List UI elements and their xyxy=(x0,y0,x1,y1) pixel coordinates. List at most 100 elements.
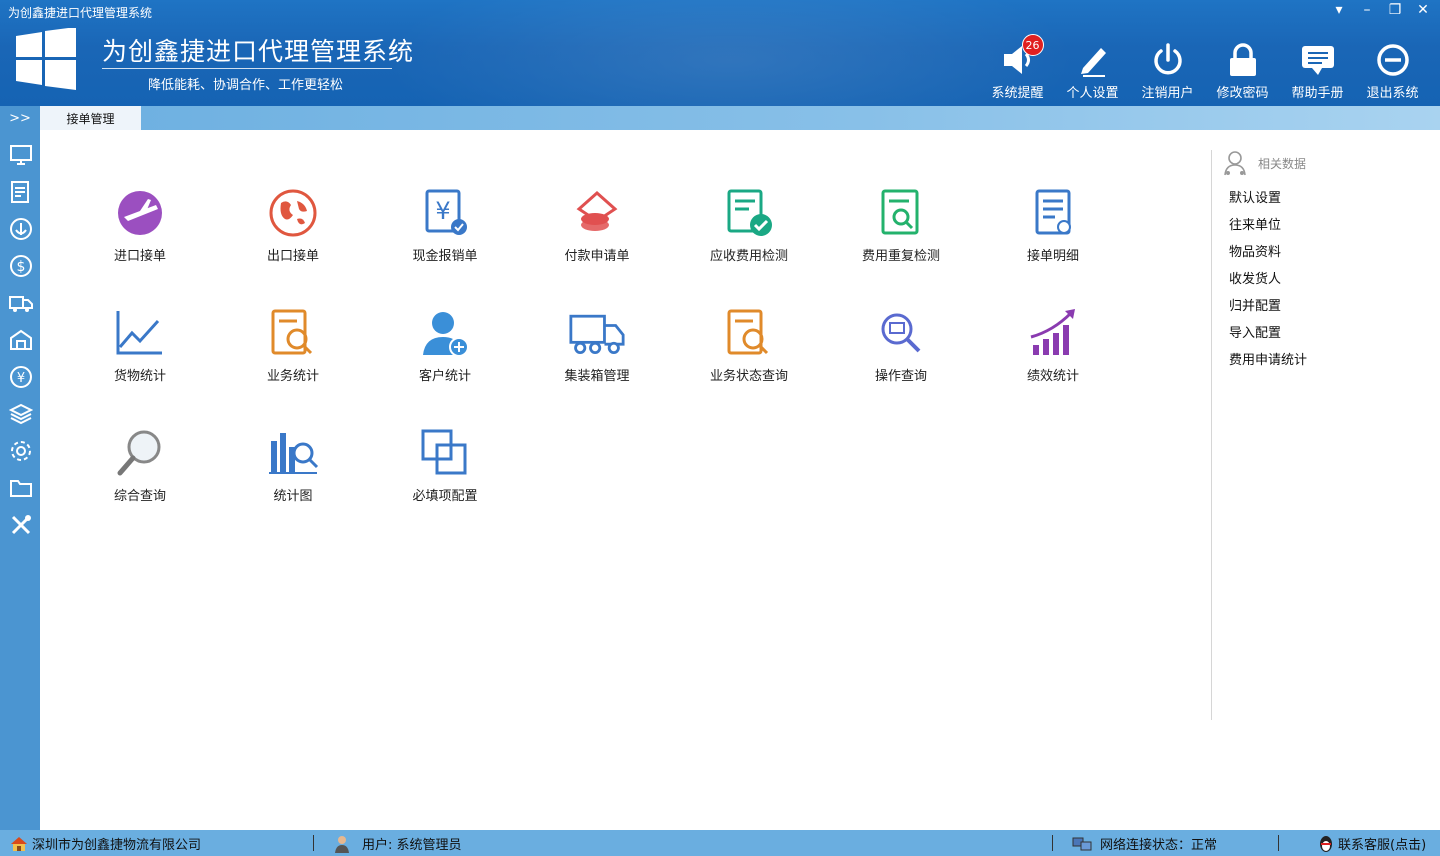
help-manual-button[interactable]: 帮助手册 xyxy=(1280,40,1355,101)
tile-performance-stats[interactable]: 绩效统计 xyxy=(993,305,1113,384)
change-password-button[interactable]: 修改密码 xyxy=(1205,40,1280,101)
tile-order-details[interactable]: 接单明细 xyxy=(993,185,1113,264)
app-header: 为创鑫捷进口代理管理系统 ▾ – ❐ ✕ 为创鑫捷进口代理管理系统 降低能耗、协… xyxy=(0,0,1440,106)
layers-icon xyxy=(9,403,33,425)
tile-label: 付款申请单 xyxy=(564,249,630,264)
tile-cash-reimbursement[interactable]: ¥ 现金报销单 xyxy=(385,185,505,264)
tile-duplicate-fee-check[interactable]: 费用重复检测 xyxy=(841,185,961,264)
app-subtitle: 降低能耗、协调合作、工作更轻松 xyxy=(148,78,344,93)
tile-payment-request[interactable]: 付款申请单 xyxy=(537,185,657,264)
network-icon xyxy=(1072,837,1092,850)
truck-icon xyxy=(9,296,33,312)
link-merge-config[interactable]: 归并配置 xyxy=(1229,295,1281,314)
tile-label: 应收费用检测 xyxy=(709,249,788,264)
tile-operation-query[interactable]: 操作查询 xyxy=(841,305,961,384)
system-reminder-button[interactable]: 26 系统提醒 xyxy=(980,34,1055,101)
search-screen-icon xyxy=(881,313,921,353)
tile-container-management[interactable]: 集装箱管理 xyxy=(537,305,657,384)
tile-customer-stats[interactable]: 客户统计 xyxy=(385,305,505,384)
tile-export-order[interactable]: 出口接单 xyxy=(233,185,353,264)
tile-label: 必填项配置 xyxy=(412,489,478,504)
close-button[interactable]: ✕ xyxy=(1416,2,1430,18)
doc-check-icon xyxy=(727,189,772,236)
sidebar-item-layers[interactable] xyxy=(8,401,34,427)
tab-bar: >> 接单管理 xyxy=(0,106,1440,130)
globe-icon xyxy=(269,189,317,237)
anchor-icon xyxy=(10,218,32,240)
button-label: 退出系统 xyxy=(1366,86,1419,101)
header-toolbar: 26 系统提醒 个人设置 注销用户 修改密码 帮助手册 退出系统 xyxy=(980,34,1430,101)
tile-required-field-config[interactable]: 必填项配置 xyxy=(385,425,505,504)
app-title: 为创鑫捷进口代理管理系统 xyxy=(102,37,415,66)
minus-circle-icon xyxy=(1376,44,1409,76)
sidebar-item-form[interactable] xyxy=(8,179,34,205)
folder-icon xyxy=(10,480,32,497)
link-default-settings[interactable]: 默认设置 xyxy=(1229,187,1281,206)
contact-support[interactable]: 联系客服(点击) xyxy=(1338,834,1426,853)
tab-order-management[interactable]: 接单管理 xyxy=(40,106,141,130)
user-icon xyxy=(335,835,349,853)
sidebar-item-warehouse[interactable] xyxy=(8,327,34,353)
doc-list-icon xyxy=(1035,189,1071,235)
logout-user-button[interactable]: 注销用户 xyxy=(1130,40,1205,101)
coins-icon xyxy=(576,190,618,231)
sidebar-item-currency[interactable]: ¥ xyxy=(8,364,34,390)
link-item-data[interactable]: 物品资料 xyxy=(1229,241,1281,260)
left-sidebar: $ ¥ xyxy=(0,130,40,830)
power-icon xyxy=(1153,43,1182,75)
personal-settings-button[interactable]: 个人设置 xyxy=(1055,40,1130,101)
tile-label: 费用重复检测 xyxy=(861,249,940,264)
tile-import-order[interactable]: 进口接单 xyxy=(80,185,200,264)
expand-sidebar-button[interactable]: >> xyxy=(0,106,40,130)
link-consignees[interactable]: 收发货人 xyxy=(1229,268,1281,287)
tile-statistics-chart[interactable]: 统计图 xyxy=(233,425,353,504)
monitor-icon xyxy=(10,145,32,165)
svg-text:¥: ¥ xyxy=(17,371,25,386)
reminder-count-badge: 26 xyxy=(1021,34,1044,56)
company-segment: 深圳市为创鑫捷物流有限公司 xyxy=(10,834,201,853)
sidebar-item-anchor[interactable] xyxy=(8,216,34,242)
tile-label: 统计图 xyxy=(273,489,313,504)
related-data-header: 相关数据 xyxy=(1222,150,1306,176)
tile-business-status-query[interactable]: 业务状态查询 xyxy=(689,305,809,384)
window-title: 为创鑫捷进口代理管理系统 xyxy=(8,6,153,20)
restore-button[interactable]: ❐ xyxy=(1388,2,1402,18)
truck-icon xyxy=(569,314,625,354)
exit-system-button[interactable]: 退出系统 xyxy=(1355,40,1430,101)
tile-label: 业务统计 xyxy=(266,369,319,384)
sidebar-item-settings[interactable] xyxy=(8,438,34,464)
plane-globe-icon xyxy=(118,191,162,235)
tile-receivable-check[interactable]: 应收费用检测 xyxy=(689,185,809,264)
svg-text:¥: ¥ xyxy=(435,197,450,225)
sidebar-item-tools[interactable] xyxy=(8,512,34,538)
tile-label: 综合查询 xyxy=(113,489,166,504)
dropdown-control[interactable]: ▾ xyxy=(1332,2,1346,18)
link-business-partners[interactable]: 往来单位 xyxy=(1229,214,1281,233)
tile-label: 绩效统计 xyxy=(1026,369,1079,384)
sidebar-item-finance[interactable]: $ xyxy=(8,253,34,279)
tile-comprehensive-query[interactable]: 综合查询 xyxy=(80,425,200,504)
sidebar-item-folder[interactable] xyxy=(8,475,34,501)
minimize-button[interactable]: – xyxy=(1360,2,1374,18)
right-panel-divider xyxy=(1211,150,1212,720)
form-icon xyxy=(11,181,29,203)
button-label: 修改密码 xyxy=(1216,86,1269,101)
yen-icon: ¥ xyxy=(10,366,32,388)
tile-label: 操作查询 xyxy=(874,369,927,384)
magnifier-icon xyxy=(117,430,161,476)
tile-business-stats[interactable]: 业务统计 xyxy=(233,305,353,384)
doc-magnify-icon xyxy=(271,309,313,355)
network-segment: 网络连接状态：正常 xyxy=(1072,834,1217,853)
link-import-config[interactable]: 导入配置 xyxy=(1229,322,1281,341)
network-status: 网络连接状态：正常 xyxy=(1100,838,1218,853)
tile-label: 接单明细 xyxy=(1026,249,1079,264)
tile-label: 货物统计 xyxy=(113,369,166,384)
sidebar-item-monitor[interactable] xyxy=(8,142,34,168)
user-segment: 用户: 系统管理员 xyxy=(334,834,462,853)
squares-icon xyxy=(421,429,467,475)
lock-icon xyxy=(1229,43,1256,76)
sidebar-item-transport[interactable] xyxy=(8,290,34,316)
support-segment[interactable]: 联系客服(点击) xyxy=(1318,834,1426,853)
tile-cargo-stats[interactable]: 货物统计 xyxy=(80,305,200,384)
link-fee-request-stats[interactable]: 费用申请统计 xyxy=(1229,349,1307,368)
